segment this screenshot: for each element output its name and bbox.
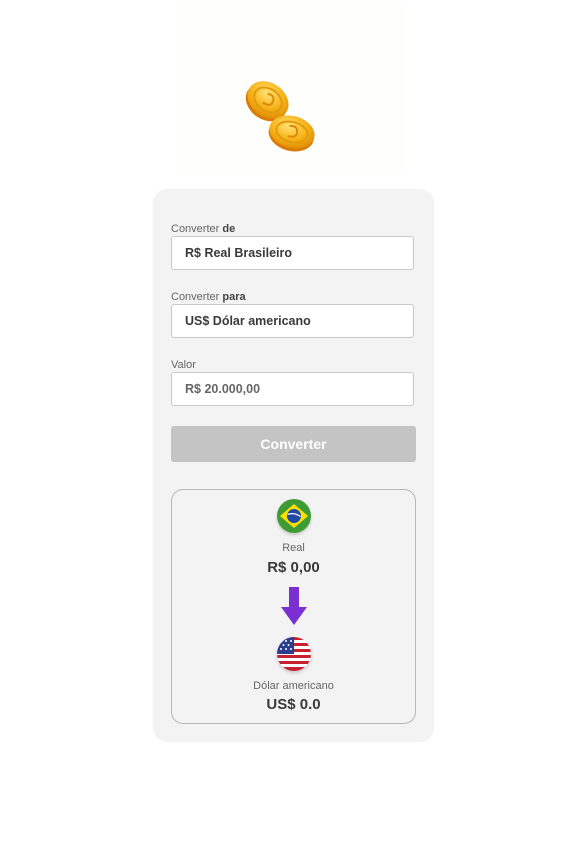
brazil-flag-icon xyxy=(277,499,311,533)
amount-label: Valor xyxy=(171,359,196,371)
from-currency-amount: R$ 0,00 xyxy=(267,559,320,576)
converter-card: Converter de R$ Real Brasileiro Converte… xyxy=(153,189,434,742)
amount-value: R$ 20.000,00 xyxy=(185,382,261,396)
to-label: Converter para xyxy=(171,291,246,303)
usa-flag-icon xyxy=(277,637,311,671)
from-label-prefix: Converter xyxy=(171,223,223,235)
to-currency-name: Dólar americano xyxy=(253,680,334,692)
to-currency-select[interactable]: US$ Dólar americano xyxy=(171,304,414,338)
hero-image xyxy=(181,3,406,175)
to-currency-value: US$ Dólar americano xyxy=(185,314,311,328)
to-currency-amount: US$ 0.0 xyxy=(266,696,321,713)
to-label-prefix: Converter xyxy=(171,291,223,303)
from-label: Converter de xyxy=(171,223,235,235)
from-currency-value: R$ Real Brasileiro xyxy=(185,246,292,260)
convert-button[interactable]: Converter xyxy=(171,426,416,462)
coins-icon xyxy=(245,81,315,152)
result-panel: Real R$ 0,00 Dólar americano US$ 0.0 xyxy=(171,489,416,724)
amount-input[interactable]: R$ 20.000,00 xyxy=(171,372,414,406)
from-label-bold: de xyxy=(222,223,236,235)
from-currency-name: Real xyxy=(282,542,305,554)
from-currency-select[interactable]: R$ Real Brasileiro xyxy=(171,236,414,270)
to-label-bold: para xyxy=(222,291,246,303)
arrow-down-icon xyxy=(281,587,307,625)
